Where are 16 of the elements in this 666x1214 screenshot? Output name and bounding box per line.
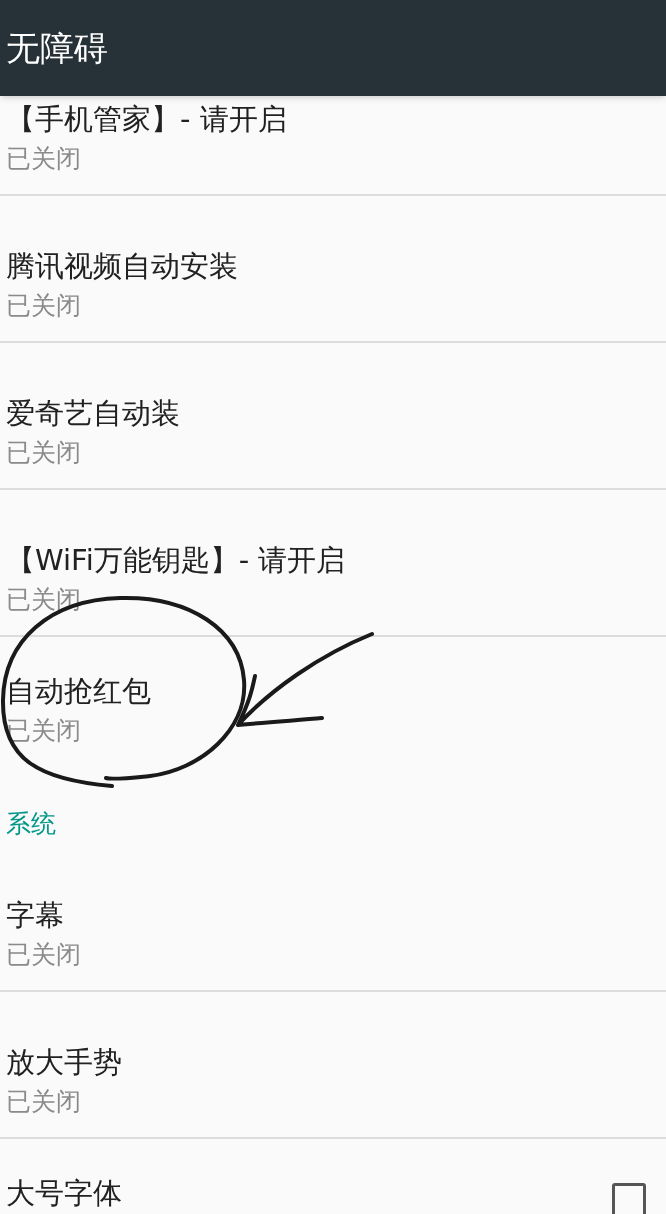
- setting-title[interactable]: 爱奇艺自动装: [6, 392, 646, 433]
- checkbox[interactable]: [612, 1183, 646, 1214]
- setting-title[interactable]: 放大手势: [6, 1041, 646, 1082]
- setting-title[interactable]: 大号字体: [6, 1173, 612, 1213]
- setting-status: 已关闭: [6, 142, 82, 175]
- setting-title[interactable]: 字幕: [6, 894, 646, 935]
- setting-status: 已关闭: [6, 289, 82, 322]
- setting-title[interactable]: 【手机管家】- 请开启: [6, 98, 646, 139]
- category-header: 系统: [5, 808, 57, 840]
- setting-title[interactable]: 腾讯视频自动安装: [6, 245, 646, 286]
- screen-title: 无障碍: [6, 26, 108, 70]
- setting-status: 已关闭: [6, 436, 82, 469]
- setting-title[interactable]: 【WiFi万能钥匙】- 请开启: [6, 539, 646, 580]
- setting-title[interactable]: 自动抢红包: [6, 671, 646, 711]
- setting-status: 已关闭: [6, 938, 82, 971]
- setting-status: 已关闭: [6, 1085, 82, 1118]
